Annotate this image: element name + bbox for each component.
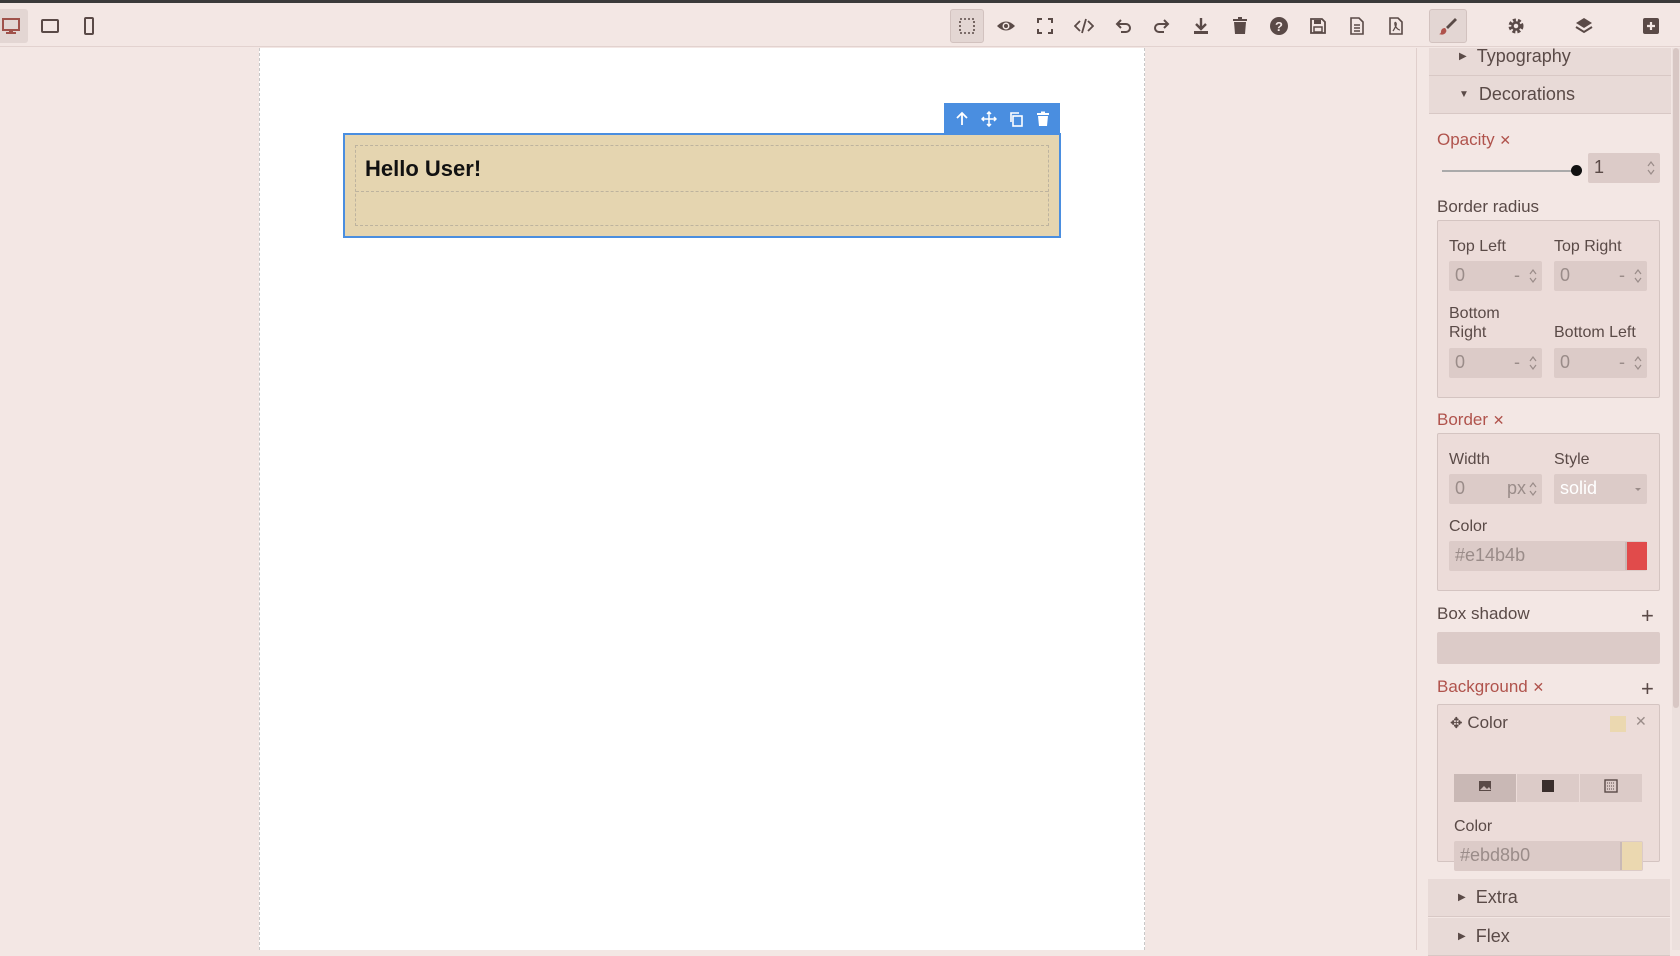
component-toolbar	[944, 103, 1060, 134]
redo-icon[interactable]	[1145, 9, 1179, 43]
sw-visibility-icon[interactable]	[950, 9, 984, 43]
fullscreen-icon[interactable]	[1028, 9, 1062, 43]
caret-right-icon: ▶	[1458, 931, 1466, 942]
caret-down-icon: ▼	[1459, 89, 1469, 100]
background-color-label: Color	[1454, 818, 1493, 835]
background-color-input[interactable]: #ebd8b0	[1454, 841, 1643, 871]
image-icon	[1478, 779, 1492, 798]
background-layer-title: Color	[1467, 713, 1508, 732]
bottom-right-input[interactable]: 0-	[1449, 348, 1542, 378]
border-color-label: Color	[1449, 518, 1488, 535]
code-icon[interactable]	[1067, 9, 1101, 43]
background-label[interactable]: Background ✕	[1437, 677, 1544, 697]
bottom-right-label-line1: Bottom	[1449, 305, 1500, 322]
delete-icon[interactable]	[1032, 108, 1054, 130]
style-manager-icon[interactable]	[1429, 9, 1467, 43]
opacity-slider-handle[interactable]	[1571, 165, 1582, 176]
pdf-icon[interactable]	[1379, 9, 1413, 43]
layers-icon[interactable]	[1567, 9, 1601, 43]
tablet-icon[interactable]	[33, 9, 67, 43]
background-color-swatch[interactable]	[1620, 842, 1642, 870]
sector-flex[interactable]: ▶ Flex	[1428, 918, 1670, 956]
sector-extra[interactable]: ▶ Extra	[1428, 879, 1670, 917]
border-width-input[interactable]: 0 px	[1449, 474, 1542, 504]
background-clear-icon[interactable]: ✕	[1532, 679, 1544, 695]
background-layer-preview	[1610, 716, 1626, 732]
bg-gradient-tab[interactable]	[1580, 774, 1642, 802]
square-icon	[1541, 779, 1555, 798]
panel-scrollbar[interactable]	[1672, 48, 1680, 950]
border-radius-label: Border radius	[1437, 197, 1540, 216]
border-label[interactable]: Border ✕	[1437, 410, 1505, 430]
caret-right-icon: ▶	[1459, 51, 1467, 62]
clone-icon[interactable]	[1005, 108, 1027, 130]
top-toolbar: ?	[0, 3, 1680, 47]
top-right-input[interactable]: 0-	[1554, 261, 1647, 291]
caret-right-icon: ▶	[1458, 892, 1466, 903]
sector-flex-label: Flex	[1475, 926, 1510, 946]
border-color-swatch[interactable]	[1625, 542, 1647, 570]
mobile-icon[interactable]	[72, 9, 106, 43]
move-icon[interactable]	[978, 108, 1000, 130]
background-layer-close-icon[interactable]: ✕	[1635, 713, 1647, 730]
box-shadow-add-icon[interactable]: +	[1641, 605, 1654, 627]
background-box: ✥ Color ✕ Color #ebd8b0	[1437, 704, 1660, 871]
blocks-icon[interactable]	[1634, 9, 1668, 43]
background-add-icon[interactable]: +	[1641, 678, 1654, 700]
arrow-up-icon[interactable]	[951, 108, 973, 130]
opacity-label[interactable]: Opacity ✕	[1437, 130, 1511, 150]
background-layer-header[interactable]: ✥ Color	[1450, 713, 1508, 733]
download-icon[interactable]	[1184, 9, 1218, 43]
sector-extra-label: Extra	[1475, 887, 1518, 907]
inner-divider	[356, 191, 1048, 192]
svg-text:?: ?	[1275, 19, 1283, 34]
border-style-select[interactable]: solid	[1554, 474, 1647, 504]
top-left-input[interactable]: 0-	[1449, 261, 1542, 291]
document-icon[interactable]	[1340, 9, 1374, 43]
sector-decorations[interactable]: ▼ Decorations	[1429, 76, 1671, 114]
opacity-slider[interactable]	[1442, 170, 1576, 172]
bg-color-tab[interactable]	[1517, 774, 1579, 802]
undo-icon[interactable]	[1106, 9, 1140, 43]
bottom-right-label-line2: Right	[1449, 324, 1487, 341]
box-shadow-layers	[1437, 632, 1660, 664]
hello-text[interactable]: Hello User!	[365, 156, 481, 182]
top-left-label: Top Left	[1449, 238, 1506, 255]
border-clear-icon[interactable]: ✕	[1493, 412, 1505, 428]
bottom-left-input[interactable]: 0-	[1554, 348, 1647, 378]
sector-decorations-label: Decorations	[1478, 84, 1575, 104]
save-icon[interactable]	[1301, 9, 1335, 43]
top-right-label: Top Right	[1554, 238, 1622, 255]
opacity-input[interactable]: 1	[1588, 153, 1660, 183]
opacity-clear-icon[interactable]: ✕	[1499, 132, 1511, 148]
panel-scroll-thumb[interactable]	[1673, 48, 1679, 708]
trash-icon[interactable]	[1223, 9, 1257, 43]
border-width-label: Width	[1449, 451, 1490, 468]
selected-text-component[interactable]: Hello User!	[343, 133, 1061, 238]
text-wrapper: Hello User!	[355, 145, 1049, 226]
preview-icon[interactable]	[989, 9, 1023, 43]
bottom-left-label: Bottom Left	[1554, 324, 1636, 341]
border-style-label: Style	[1554, 451, 1590, 468]
border-color-input[interactable]: #e14b4b	[1449, 541, 1647, 571]
drag-handle-icon[interactable]: ✥	[1450, 715, 1463, 732]
bg-image-tab[interactable]	[1454, 774, 1516, 802]
box-shadow-label: Box shadow	[1437, 604, 1530, 623]
gradient-icon	[1604, 778, 1618, 798]
sector-typography-label: Typography	[1476, 48, 1571, 66]
help-icon[interactable]: ?	[1262, 9, 1296, 43]
desktop-icon[interactable]	[0, 9, 28, 43]
settings-icon[interactable]	[1499, 9, 1533, 43]
sector-typography[interactable]: ▶ Typography	[1429, 48, 1671, 76]
